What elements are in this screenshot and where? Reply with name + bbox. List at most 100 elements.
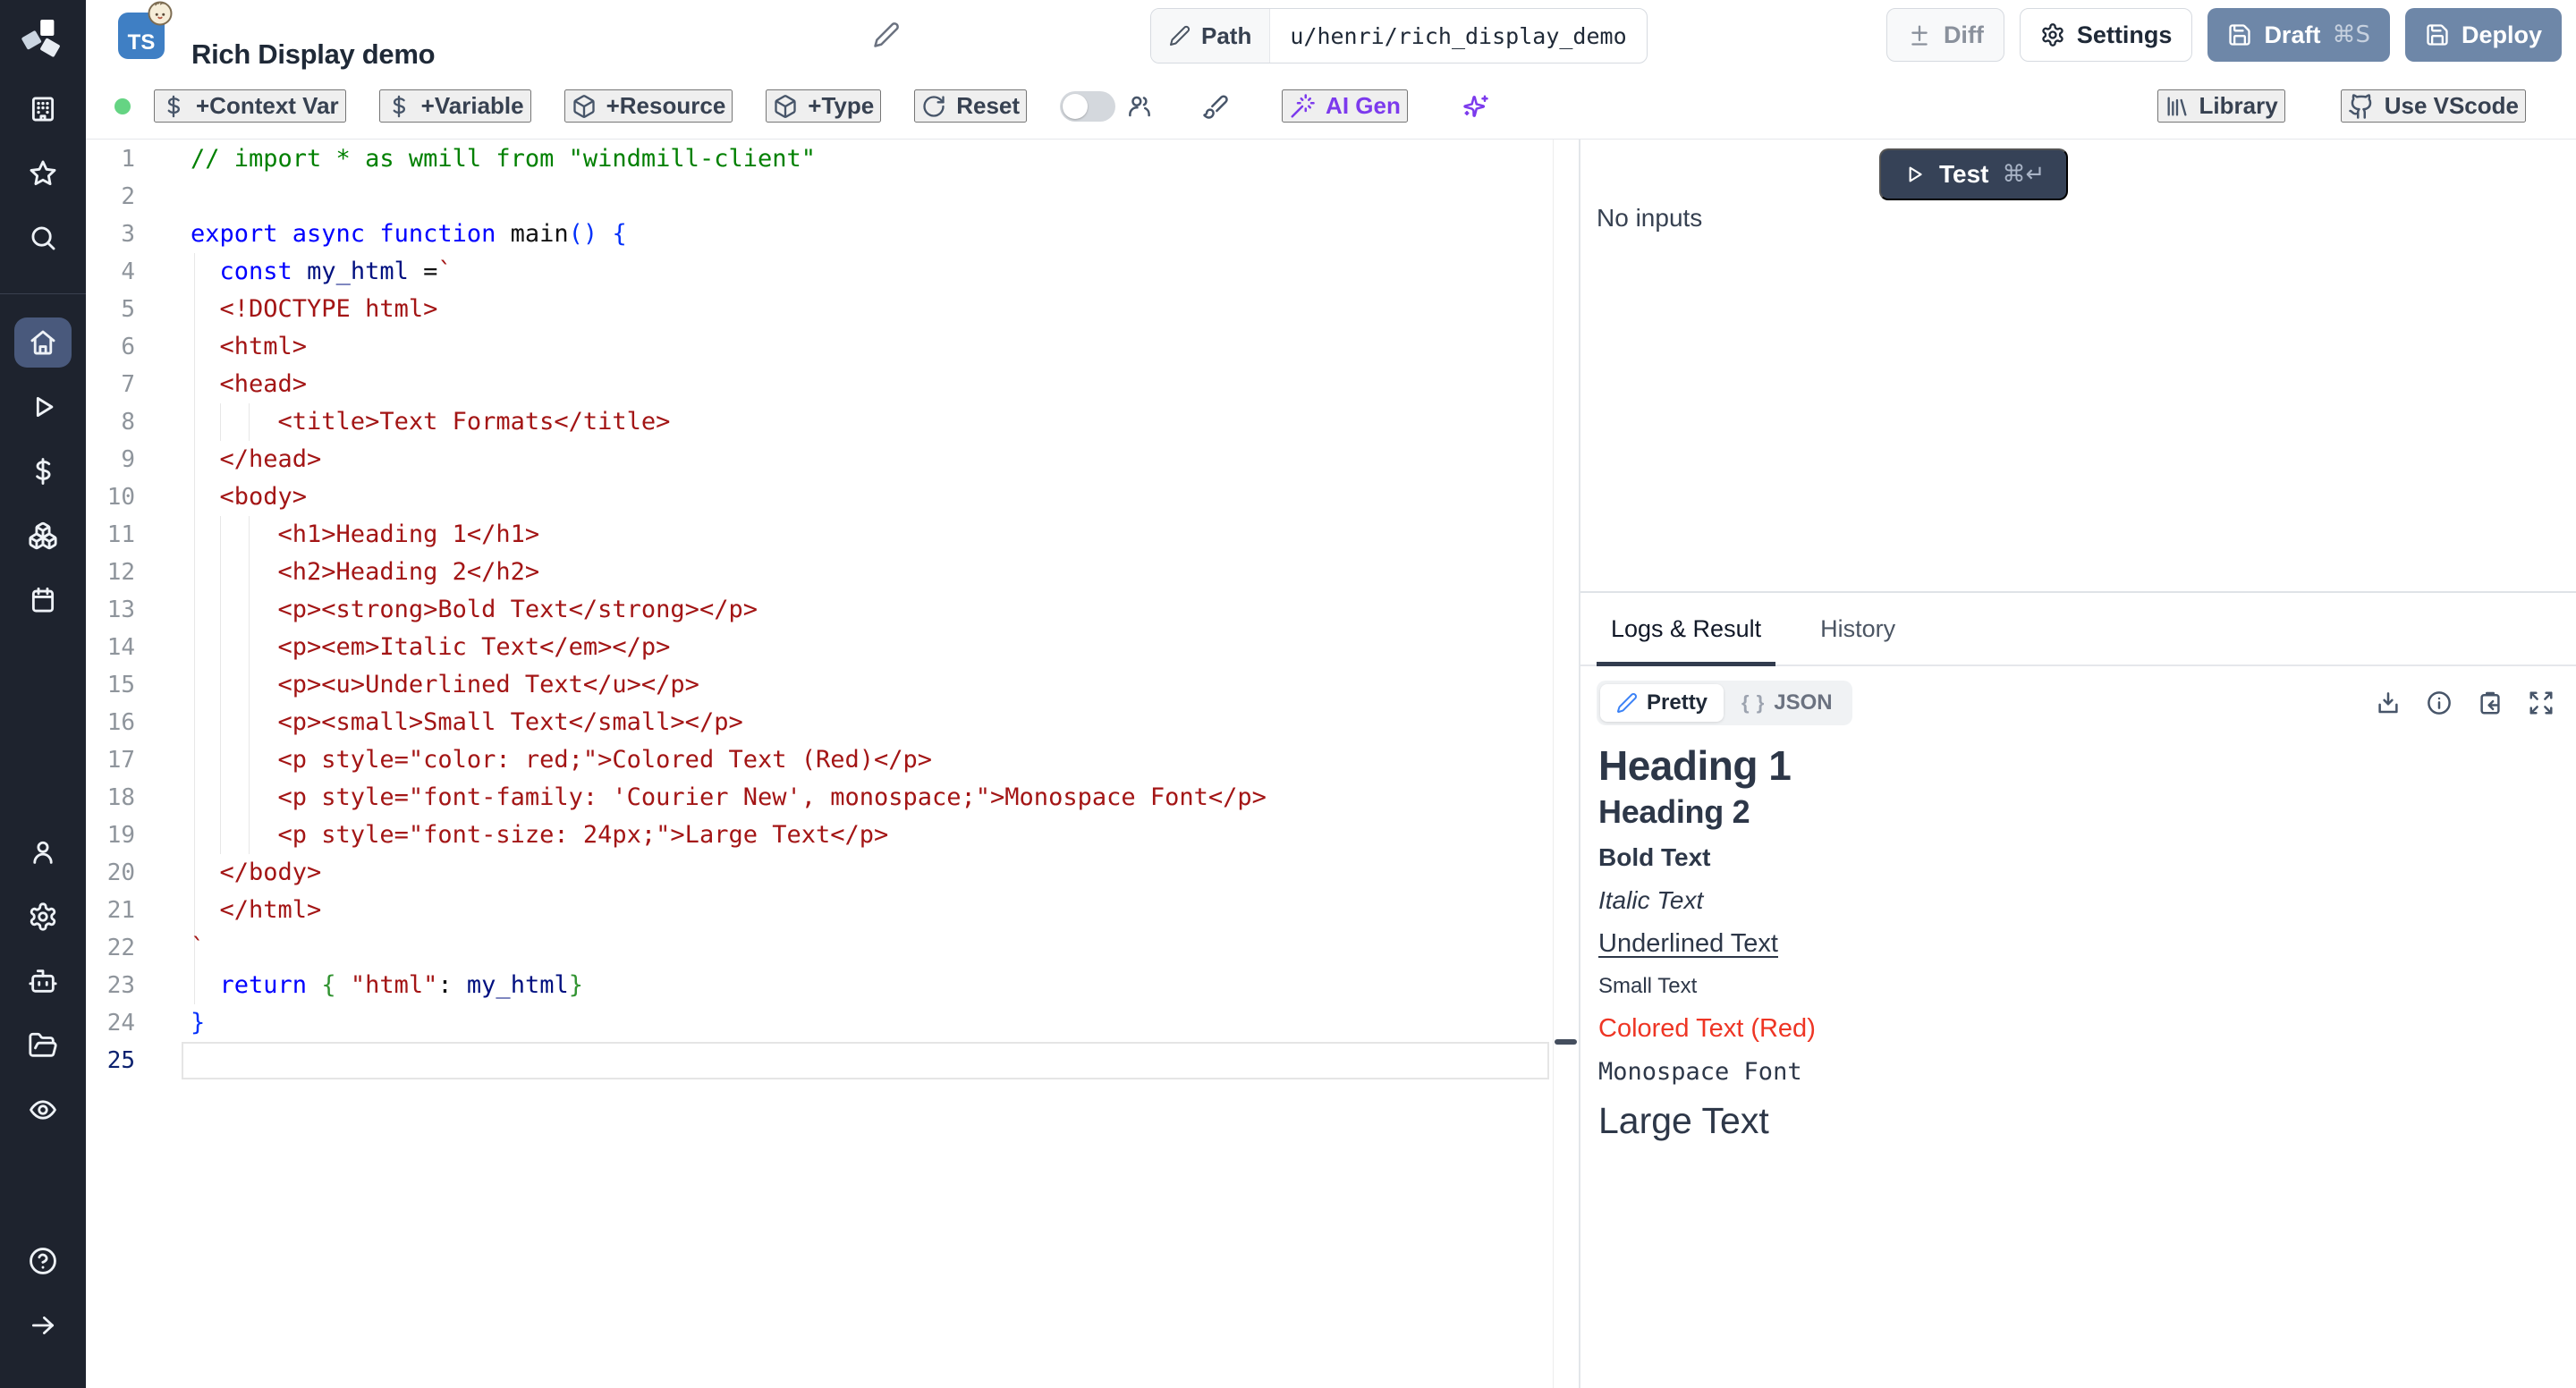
sidebar-item-calendar[interactable] (14, 568, 72, 632)
test-button[interactable]: Test ⌘↵ (1879, 148, 2068, 200)
sidebar-item-boxes[interactable] (14, 504, 72, 568)
line-number: 16 (86, 704, 135, 741)
clipboard-copy-icon[interactable] (2477, 690, 2504, 716)
sidebar-item-dollar[interactable] (14, 439, 72, 504)
sidebar-item-arrow-right[interactable] (14, 1293, 72, 1358)
code-line[interactable]: 19 <p style="font-size: 24px;">Large Tex… (86, 817, 1553, 854)
line-number: 12 (86, 554, 135, 591)
save-icon (2425, 22, 2450, 47)
code-line[interactable]: 10 <body> (86, 478, 1553, 516)
code-line[interactable]: 2 (86, 178, 1553, 216)
code-line[interactable]: 8 <title>Text Formats</title> (86, 403, 1553, 441)
code-line[interactable]: 13 <p><strong>Bold Text</strong></p> (86, 591, 1553, 629)
page-title: Rich Display demo (191, 38, 435, 71)
settings-label: Settings (2077, 21, 2173, 49)
add-context-var-button[interactable]: +Context Var (154, 89, 346, 123)
result-toolbar: Pretty { } JSON (1580, 666, 2576, 731)
ai-gen-button[interactable]: AI Gen (1282, 89, 1408, 123)
test-label: Test (1939, 160, 1989, 189)
deploy-button[interactable]: Deploy (2405, 8, 2562, 62)
code-line[interactable]: 3export async function main() { (86, 216, 1553, 253)
code-line[interactable]: 21 </html> (86, 892, 1553, 929)
edit-title-pencil-icon[interactable] (873, 21, 900, 48)
use-vscode-button[interactable]: Use VScode (2341, 89, 2526, 123)
splitter-drag-handle[interactable] (1555, 1039, 1577, 1045)
line-number: 23 (86, 967, 135, 1004)
code-editor[interactable]: 1// import * as wmill from "windmill-cli… (86, 140, 1554, 1388)
no-inputs-text: No inputs (1597, 204, 1702, 233)
sidebar-item-user[interactable] (14, 820, 72, 884)
add-type-button[interactable]: +Type (766, 89, 881, 123)
sidebar-item-play[interactable] (14, 375, 72, 439)
expand-icon[interactable] (2528, 690, 2555, 716)
sidebar-item-folder[interactable] (14, 1013, 72, 1078)
add-resource-label: +Resource (606, 92, 726, 120)
library-button[interactable]: Library (2157, 89, 2285, 123)
sidebar-item-eye[interactable] (14, 1078, 72, 1142)
download-icon[interactable] (2375, 690, 2402, 716)
reset-button[interactable]: Reset (914, 89, 1027, 123)
add-resource-button[interactable]: +Resource (564, 89, 733, 123)
code-line[interactable]: 23 return { "html": my_html} (86, 967, 1553, 1004)
library-icon (2165, 94, 2190, 119)
result-colored-text: Colored Text (Red) (1598, 1014, 2549, 1044)
code-line[interactable]: 14 <p><em>Italic Text</em></p> (86, 629, 1553, 666)
tab-logs-result[interactable]: Logs & Result (1607, 593, 1765, 664)
save-icon (2227, 22, 2252, 47)
code-line[interactable]: 25 (86, 1042, 1553, 1079)
rendered-result: Heading 1Heading 2Bold TextItalic TextUn… (1580, 731, 2576, 1155)
path-field[interactable]: Path u/henri/rich_display_demo (1150, 8, 1648, 63)
json-tab[interactable]: { } JSON (1725, 684, 1849, 722)
add-variable-button[interactable]: +Variable (379, 89, 531, 123)
diff-button[interactable]: Diff (1886, 8, 2004, 62)
info-icon[interactable] (2426, 690, 2453, 716)
code-line[interactable]: 22` (86, 929, 1553, 967)
code-line[interactable]: 16 <p><small>Small Text</small></p> (86, 704, 1553, 741)
code-line[interactable]: 20 </body> (86, 854, 1553, 892)
sidebar-item-bot[interactable] (14, 949, 72, 1013)
code-line[interactable]: 7 <head> (86, 366, 1553, 403)
sidebar-item-search[interactable] (14, 206, 72, 270)
sidebar-item-gear[interactable] (14, 884, 72, 949)
pretty-label: Pretty (1647, 690, 1707, 715)
code-text: </html> (191, 892, 321, 929)
line-number: 17 (86, 741, 135, 779)
code-line[interactable]: 5 <!DOCTYPE html> (86, 291, 1553, 328)
code-line[interactable]: 17 <p style="color: red;">Colored Text (… (86, 741, 1553, 779)
code-line[interactable]: 1// import * as wmill from "windmill-cli… (86, 140, 1553, 178)
settings-button[interactable]: Settings (2020, 8, 2193, 62)
sidebar-item-home[interactable] (14, 317, 72, 368)
code-line[interactable]: 4 const my_html =` (86, 253, 1553, 291)
building-icon (28, 94, 58, 124)
code-text: <!DOCTYPE html> (191, 291, 437, 328)
collab-toggle[interactable] (1060, 91, 1115, 122)
path-value[interactable]: u/henri/rich_display_demo (1270, 9, 1646, 63)
brush-icon (1202, 93, 1229, 120)
code-line[interactable]: 18 <p style="font-family: 'Courier New',… (86, 779, 1553, 817)
editor-toolbar: +Context Var +Variable +Resource +Type R… (86, 73, 2576, 140)
ai-suggest-button[interactable] (1462, 93, 1489, 120)
result-large-text: Large Text (1598, 1100, 2549, 1142)
code-line[interactable]: 15 <p><u>Underlined Text</u></p> (86, 666, 1553, 704)
code-line[interactable]: 6 <html> (86, 328, 1553, 366)
pretty-tab[interactable]: Pretty (1600, 684, 1724, 722)
users-icon (1126, 93, 1153, 120)
format-button[interactable] (1202, 93, 1229, 120)
code-line[interactable]: 11 <h1>Heading 1</h1> (86, 516, 1553, 554)
windmill-logo-icon[interactable] (0, 0, 86, 77)
sidebar-item-star[interactable] (14, 141, 72, 206)
sidebar-item-building[interactable] (14, 77, 72, 141)
code-line[interactable]: 24} (86, 1004, 1553, 1042)
sidebar-item-help[interactable] (14, 1229, 72, 1293)
code-line[interactable]: 9 </head> (86, 441, 1553, 478)
sidebar (0, 0, 86, 1388)
panel-splitter[interactable] (1554, 140, 1579, 1388)
code-line[interactable]: 12 <h2>Heading 2</h2> (86, 554, 1553, 591)
multiplayer-button[interactable] (1126, 93, 1153, 120)
code-text: <p style="color: red;">Colored Text (Red… (191, 741, 932, 779)
line-number: 20 (86, 854, 135, 892)
draft-button[interactable]: Draft ⌘S (2207, 8, 2390, 62)
github-icon (2348, 93, 2375, 120)
tab-history[interactable]: History (1817, 593, 1899, 664)
typescript-badge-label: TS (128, 30, 156, 55)
